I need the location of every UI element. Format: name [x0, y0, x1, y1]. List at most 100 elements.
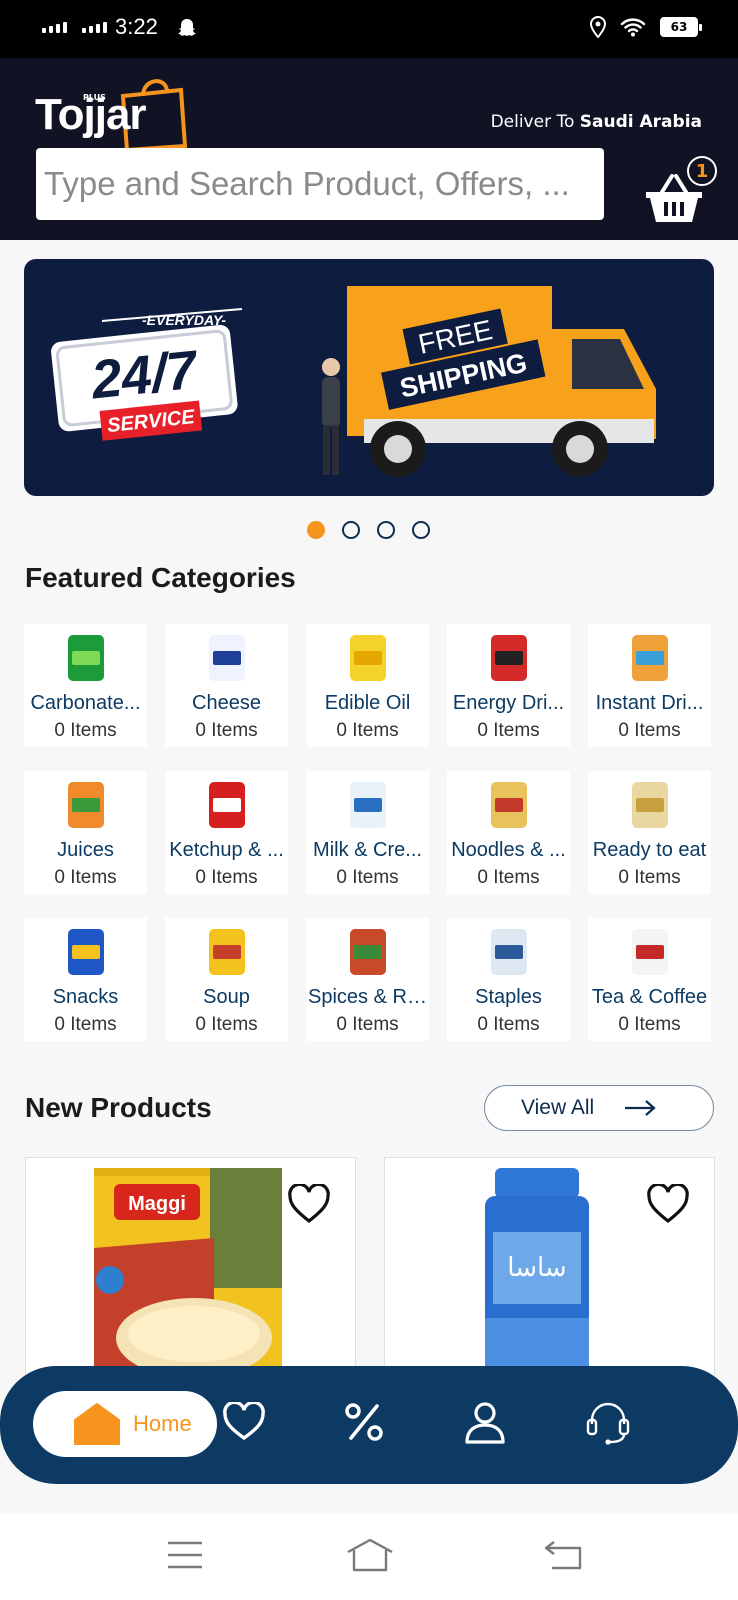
product-card[interactable]: ساسا: [384, 1157, 715, 1390]
category-card[interactable]: Snacks 0 Items: [24, 918, 147, 1041]
category-card[interactable]: Instant Dri... 0 Items: [588, 624, 711, 747]
nav-profile-icon[interactable]: [463, 1400, 507, 1444]
category-count: 0 Items: [195, 1014, 258, 1035]
category-count: 0 Items: [195, 720, 258, 741]
status-bar: 3:22 63: [0, 0, 738, 58]
category-name: Milk & Cre...: [313, 839, 422, 861]
nav-support-icon[interactable]: [584, 1400, 632, 1448]
new-products-title: New Products: [25, 1092, 212, 1123]
category-count: 0 Items: [54, 867, 117, 888]
milk-cream-icon: [306, 771, 429, 837]
soda-pack-icon: [24, 624, 147, 690]
featured-title: Featured Categories: [25, 562, 296, 593]
category-card[interactable]: Juices 0 Items: [24, 771, 147, 894]
category-name: Snacks: [52, 986, 119, 1008]
energy-cans-icon: [447, 624, 570, 690]
category-card[interactable]: Carbonate... 0 Items: [24, 624, 147, 747]
battery-icon: 63: [660, 17, 702, 37]
nav-home-label: Home: [133, 1411, 192, 1436]
system-nav-bar: [0, 1514, 738, 1600]
category-name: Ketchup & ...: [169, 839, 284, 861]
category-name: Cheese: [192, 692, 261, 714]
noodles-pack-icon: [447, 771, 570, 837]
juices-icon: [24, 771, 147, 837]
tea-box-icon: [588, 918, 711, 984]
category-name: Juices: [57, 839, 114, 861]
category-count: 0 Items: [54, 1014, 117, 1035]
category-name: Carbonate...: [30, 692, 141, 714]
bottom-nav: Home: [0, 1366, 738, 1484]
category-card[interactable]: Ketchup & ... 0 Items: [165, 771, 288, 894]
wishlist-heart-icon[interactable]: [646, 1184, 690, 1224]
maggi-soup-image: Maggi: [94, 1168, 282, 1390]
category-name: Noodles & ...: [451, 839, 566, 861]
carousel-dot[interactable]: [377, 521, 395, 539]
cart-count-badge: 1: [687, 156, 717, 186]
deliver-to[interactable]: Deliver To Saudi Arabia: [491, 112, 702, 132]
home-icon: [74, 1403, 120, 1445]
category-card[interactable]: Edible Oil 0 Items: [306, 624, 429, 747]
category-count: 0 Items: [336, 1014, 399, 1035]
logo-plus: PLUS: [83, 93, 106, 102]
nav-home[interactable]: Home: [33, 1391, 217, 1457]
status-time: 3:22: [115, 14, 158, 39]
cheese-jar-icon: [165, 624, 288, 690]
cart-button[interactable]: 1: [642, 156, 717, 226]
home-system-icon[interactable]: [346, 1538, 394, 1572]
carousel-dots: [307, 521, 430, 539]
app-logo[interactable]: Tojjar PLUS: [35, 72, 195, 153]
category-count: 0 Items: [336, 720, 399, 741]
category-name: Soup: [203, 986, 250, 1008]
category-name: Edible Oil: [324, 692, 411, 714]
category-card[interactable]: Soup 0 Items: [165, 918, 288, 1041]
back-icon[interactable]: [544, 1540, 584, 1570]
category-name: Spices & Re...: [308, 986, 429, 1008]
signal-icon: [42, 22, 67, 33]
category-count: 0 Items: [336, 867, 399, 888]
deliver-label: Deliver To: [490, 112, 575, 132]
category-name: Instant Dri...: [595, 692, 704, 714]
staples-bag-icon: [447, 918, 570, 984]
category-card[interactable]: Energy Dri... 0 Items: [447, 624, 570, 747]
soup-pack-icon: [165, 918, 288, 984]
canned-food-icon: [588, 771, 711, 837]
category-count: 0 Items: [618, 720, 681, 741]
category-card[interactable]: Tea & Coffee 0 Items: [588, 918, 711, 1041]
carousel-dot[interactable]: [342, 521, 360, 539]
oil-bottle-icon: [306, 624, 429, 690]
location-icon: [590, 16, 606, 38]
arrow-right-icon: [625, 1100, 656, 1116]
service-hours-text: 24/7: [88, 339, 203, 410]
wishlist-heart-icon[interactable]: [287, 1184, 331, 1224]
view-all-label: View All: [521, 1096, 595, 1119]
category-name: Staples: [475, 986, 542, 1008]
promo-banner[interactable]: -EVERYDAY- 24/7 SERVICE FREE SHIPPING: [24, 259, 714, 496]
nav-heart-icon[interactable]: [222, 1402, 266, 1442]
category-card[interactable]: Cheese 0 Items: [165, 624, 288, 747]
category-card[interactable]: Noodles & ... 0 Items: [447, 771, 570, 894]
deliver-country: Saudi Arabia: [579, 112, 702, 132]
sasa-brand-text: ساسا: [507, 1253, 566, 1283]
wifi-icon: [620, 18, 646, 37]
search-input[interactable]: Type and Search Product, Offers, ...: [36, 148, 604, 220]
category-count: 0 Items: [477, 867, 540, 888]
sasa-salt-image: ساسا: [485, 1168, 589, 1390]
category-card[interactable]: Staples 0 Items: [447, 918, 570, 1041]
nav-percent-icon[interactable]: [344, 1402, 384, 1442]
category-card[interactable]: Ready to eat 0 Items: [588, 771, 711, 894]
product-card[interactable]: Maggi: [25, 1157, 356, 1390]
menu-icon[interactable]: [166, 1540, 204, 1570]
view-all-button[interactable]: View All: [484, 1085, 714, 1131]
signal-icon-2: [82, 22, 107, 33]
app-header: Tojjar PLUS Deliver To Saudi Arabia Type…: [0, 58, 738, 240]
category-count: 0 Items: [54, 720, 117, 741]
carousel-dot[interactable]: [307, 521, 325, 539]
category-count: 0 Items: [195, 867, 258, 888]
ketchup-bottle-icon: [165, 771, 288, 837]
carousel-dot[interactable]: [412, 521, 430, 539]
category-card[interactable]: Spices & Re... 0 Items: [306, 918, 429, 1041]
category-card[interactable]: Milk & Cre... 0 Items: [306, 771, 429, 894]
free-shipping-illustration: -EVERYDAY- 24/7 SERVICE FREE SHIPPING: [51, 286, 656, 477]
spices-icon: [306, 918, 429, 984]
instant-drinks-icon: [588, 624, 711, 690]
